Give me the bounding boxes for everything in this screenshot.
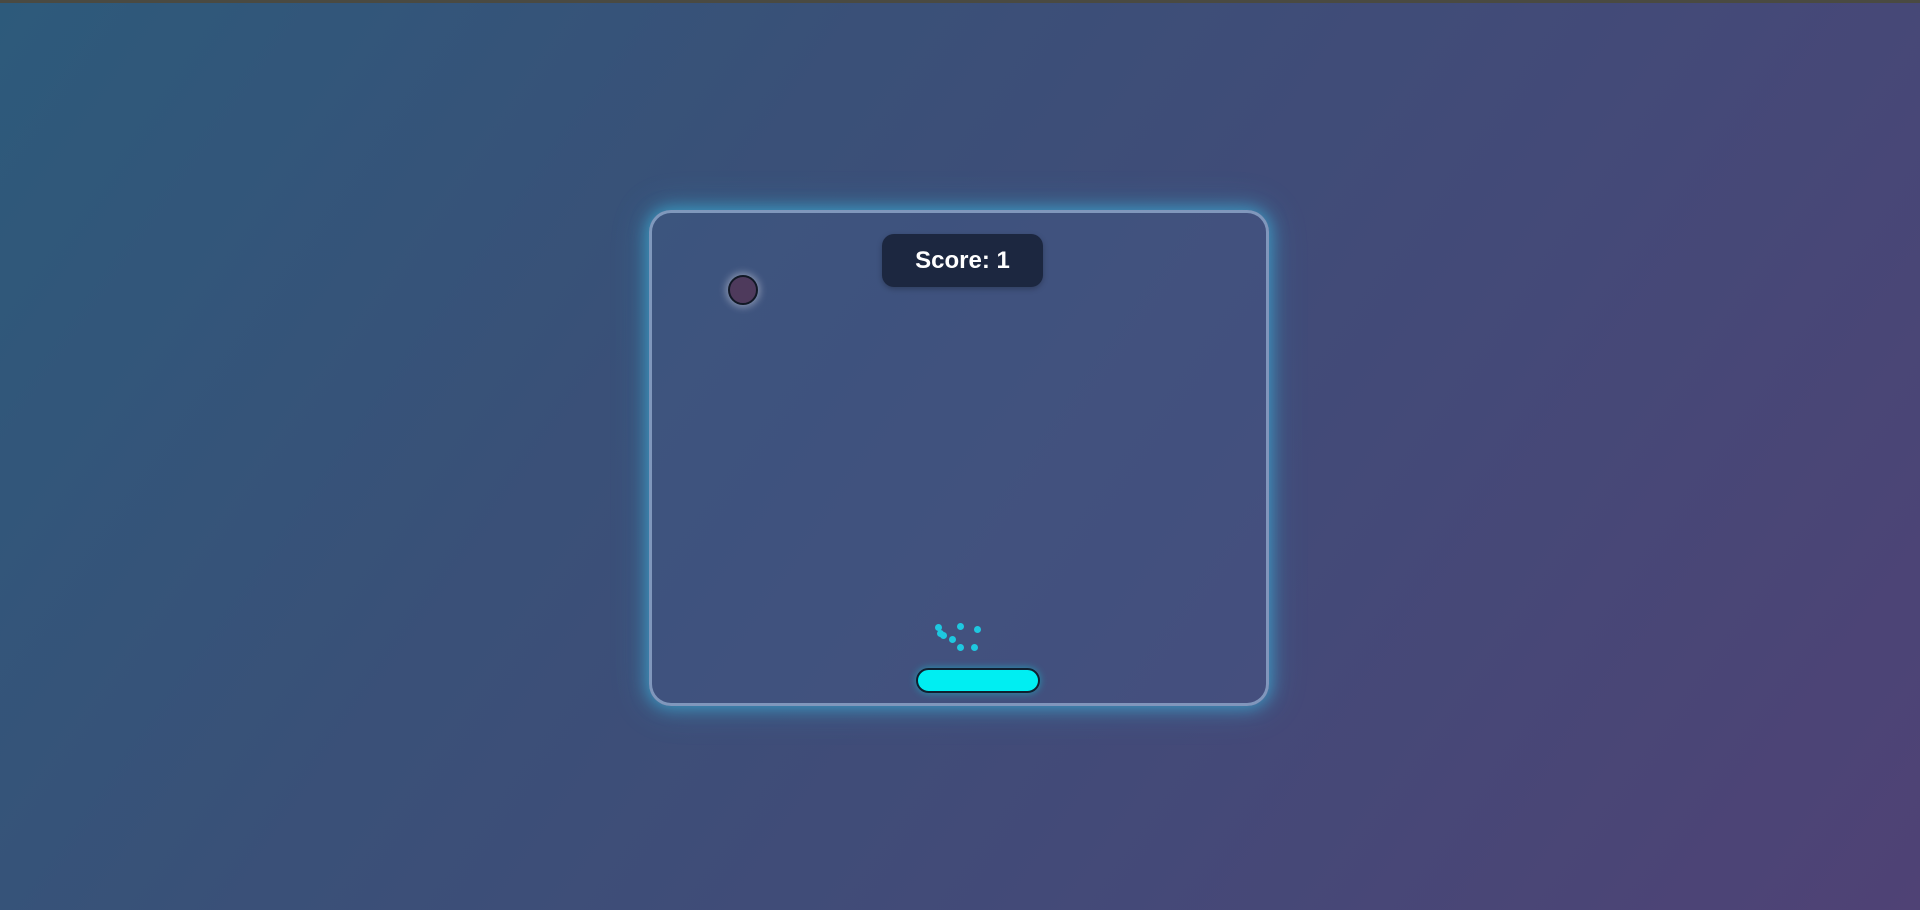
paddle[interactable] (916, 668, 1040, 693)
particle (949, 636, 956, 643)
ball (728, 275, 758, 305)
particle (974, 626, 981, 633)
particle (957, 644, 964, 651)
game-board[interactable]: Score: 1 (649, 210, 1269, 706)
score-display: Score: 1 (882, 234, 1043, 287)
particle (971, 644, 978, 651)
window-top-edge (0, 0, 1920, 3)
particle (940, 632, 947, 639)
particle (957, 623, 964, 630)
